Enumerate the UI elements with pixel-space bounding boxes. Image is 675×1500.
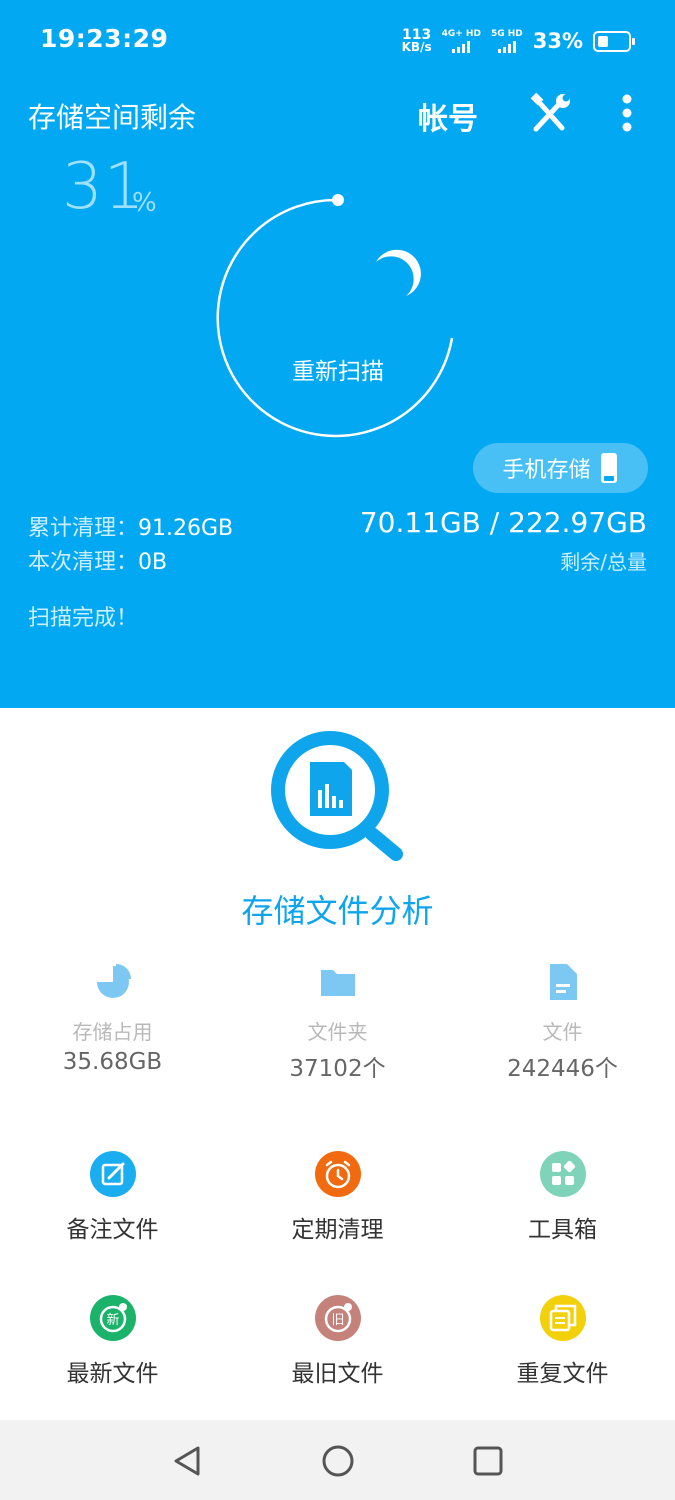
metric-value: 35.68GB <box>62 1049 163 1075</box>
battery-icon <box>593 30 635 52</box>
toolbox-grid-icon <box>539 1151 586 1197</box>
feature-toolbox[interactable]: 工具箱 <box>450 1150 675 1244</box>
analysis-title[interactable]: 存储文件分析 <box>0 886 675 932</box>
percent-unit: % <box>132 188 157 218</box>
system-nav-bar <box>0 1420 675 1500</box>
recents-icon[interactable] <box>470 1443 506 1479</box>
old-badge-icon: 旧 <box>314 1295 361 1341</box>
battery-percent: 33% <box>532 29 583 53</box>
rescan-button[interactable]: 重新扫描 <box>238 352 438 386</box>
feature-oldest-files[interactable]: 旧 最旧文件 <box>225 1294 450 1388</box>
metric-label: 存储占用 <box>72 1020 153 1044</box>
total-cleaned-value: 91.26GB <box>138 516 234 541</box>
storage-capacity-label: 剩余/总量 <box>560 550 647 574</box>
feature-label: 工具箱 <box>528 1217 597 1243</box>
this-clean-label: 本次清理： <box>28 550 139 575</box>
file-icon <box>549 964 577 1000</box>
storage-capacity: 70.11GB / 222.97GB <box>359 506 647 539</box>
new-badge-char: 新 <box>106 1312 119 1328</box>
metric-files[interactable]: 文件 242446个 <box>450 962 675 1083</box>
feature-label: 重复文件 <box>516 1361 609 1387</box>
pie-chart-icon <box>96 964 131 998</box>
scan-status: 扫描完成！ <box>28 606 139 631</box>
this-clean: 本次清理：0B <box>28 544 167 576</box>
sim1-signal-icon: 4G+ HD <box>442 29 481 53</box>
metric-storage-usage[interactable]: 存储占用 35.68GB <box>0 962 225 1075</box>
status-time: 19:23:29 <box>40 24 169 53</box>
new-badge-icon: 新 <box>89 1295 136 1341</box>
page-title: 存储空间剩余 <box>28 101 197 134</box>
folder-icon <box>320 970 355 996</box>
feature-notes-files[interactable]: 备注文件 <box>0 1150 225 1244</box>
total-cleaned-label: 累计清理： <box>28 516 139 541</box>
scan-progress-ring[interactable] <box>200 178 480 458</box>
back-icon[interactable] <box>170 1443 206 1479</box>
phone-storage-label: 手机存储 <box>502 458 591 483</box>
account-button[interactable]: 帐号 <box>418 94 478 138</box>
sim2-label: 5G HD <box>490 29 523 39</box>
home-icon[interactable] <box>320 1443 356 1479</box>
metric-label: 文件夹 <box>307 1020 368 1044</box>
metric-value: 37102个 <box>289 1056 386 1082</box>
alarm-clock-icon <box>314 1151 361 1197</box>
storage-header: 19:23:29 113 KB/s 4G+ HD 5G HD 33% 存储空间剩… <box>0 0 675 708</box>
phone-storage-button[interactable]: 手机存储 <box>473 443 648 493</box>
duplicate-files-icon <box>539 1295 586 1341</box>
feature-duplicate-files[interactable]: 重复文件 <box>450 1294 675 1388</box>
metric-value: 242446个 <box>507 1056 618 1082</box>
status-icons: 113 KB/s 4G+ HD 5G HD 33% <box>401 26 635 56</box>
more-icon[interactable] <box>616 93 638 135</box>
feature-label: 最新文件 <box>66 1361 159 1387</box>
this-clean-value: 0B <box>138 550 168 575</box>
storage-analysis-icon[interactable] <box>268 730 412 866</box>
feature-newest-files[interactable]: 新 最新文件 <box>0 1294 225 1388</box>
metric-label: 文件 <box>542 1020 583 1044</box>
feature-scheduled-clean[interactable]: 定期清理 <box>225 1150 450 1244</box>
crescent-icon <box>376 249 421 296</box>
network-speed: 113 KB/s <box>401 28 432 54</box>
feature-label: 定期清理 <box>291 1217 384 1243</box>
sim2-signal-icon: 5G HD <box>491 29 523 53</box>
edit-note-icon <box>89 1151 136 1197</box>
total-cleaned: 累计清理：91.26GB <box>28 510 233 542</box>
tools-icon[interactable] <box>528 93 572 135</box>
phone-icon <box>600 453 617 483</box>
sim1-label: 4G+ HD <box>441 29 481 39</box>
old-badge-char: 旧 <box>331 1313 344 1328</box>
network-speed-unit: KB/s <box>401 40 432 54</box>
feature-label: 最旧文件 <box>291 1361 384 1387</box>
feature-label: 备注文件 <box>66 1217 159 1243</box>
metric-folders[interactable]: 文件夹 37102个 <box>225 962 450 1083</box>
